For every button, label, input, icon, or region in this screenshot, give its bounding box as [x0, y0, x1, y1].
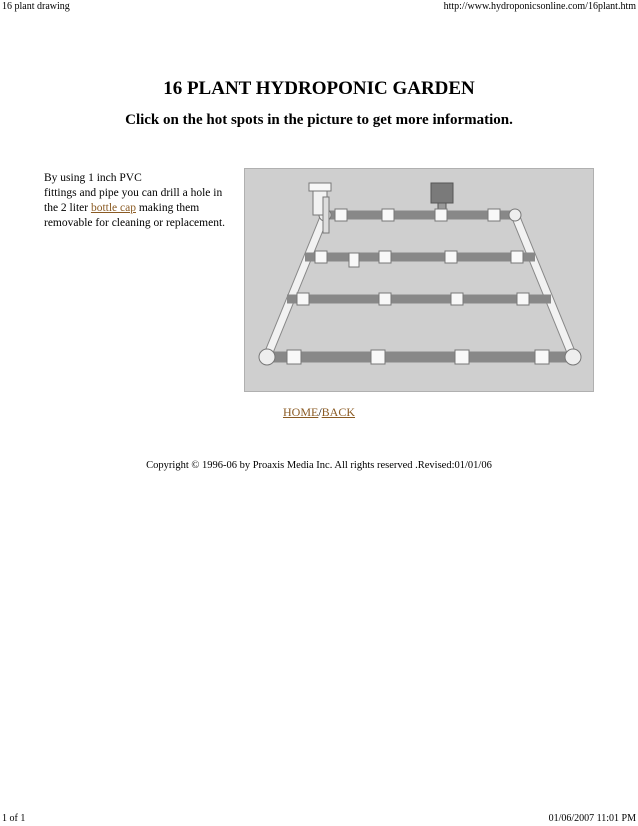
tee-fitting	[516, 292, 530, 306]
tee-fitting	[296, 292, 310, 306]
tee-fitting	[444, 250, 458, 264]
page-subtitle: Click on the hot spots in the picture to…	[125, 112, 513, 128]
copyright-notice: Copyright © 1996-06 by Proaxis Media Inc…	[146, 460, 492, 471]
intro-line-1: By using 1 inch PVC	[44, 172, 142, 184]
intro-line-2: fittings and pipe you can drill a hole i…	[44, 187, 223, 199]
reservoir-bottle[interactable]	[430, 182, 454, 212]
tee-fitting	[450, 292, 464, 306]
tee-fitting	[334, 208, 348, 222]
intro-line-4: removable for cleaning or replacement.	[44, 217, 226, 229]
intro-line-3a: the 2 liter	[44, 202, 91, 214]
tee-fitting	[434, 208, 448, 222]
tee-fitting	[286, 349, 302, 365]
back-link[interactable]: BACK	[322, 405, 355, 419]
left-side-pipe	[263, 213, 329, 359]
print-header-url: http://www.hydroponicsonline.com/16plant…	[443, 1, 636, 12]
elbow-bottom-left	[258, 348, 276, 366]
elbow-bottom-right	[564, 348, 582, 366]
right-side-pipe	[511, 213, 577, 359]
intro-paragraph: By using 1 inch PVC fittings and pipe yo…	[44, 171, 244, 231]
print-footer-timestamp: 01/06/2007 11:01 PM	[548, 813, 636, 824]
tee-fitting	[487, 208, 501, 222]
home-link[interactable]: HOME	[283, 405, 318, 419]
intro-line-3b: making them	[135, 202, 200, 214]
page-title: 16 PLANT HYDROPONIC GARDEN	[163, 78, 475, 99]
pvc-garden-drawing	[258, 182, 582, 366]
tee-fitting	[378, 292, 392, 306]
print-footer-pages: 1 of 1	[2, 813, 26, 824]
nav-links: HOME/BACK	[0, 405, 638, 420]
inlet-fitting	[348, 252, 360, 268]
tee-fitting	[314, 250, 328, 264]
tee-fitting	[534, 349, 550, 365]
pvc-garden-image-map[interactable]	[244, 168, 594, 392]
tee-fitting	[454, 349, 470, 365]
tee-fitting	[378, 250, 392, 264]
tee-fitting	[381, 208, 395, 222]
tee-fitting	[370, 349, 386, 365]
bottle-cap-link[interactable]: bottle cap	[91, 202, 136, 214]
tee-fitting	[510, 250, 524, 264]
elbow-top-right	[508, 208, 522, 222]
print-header-title: 16 plant drawing	[2, 1, 70, 12]
